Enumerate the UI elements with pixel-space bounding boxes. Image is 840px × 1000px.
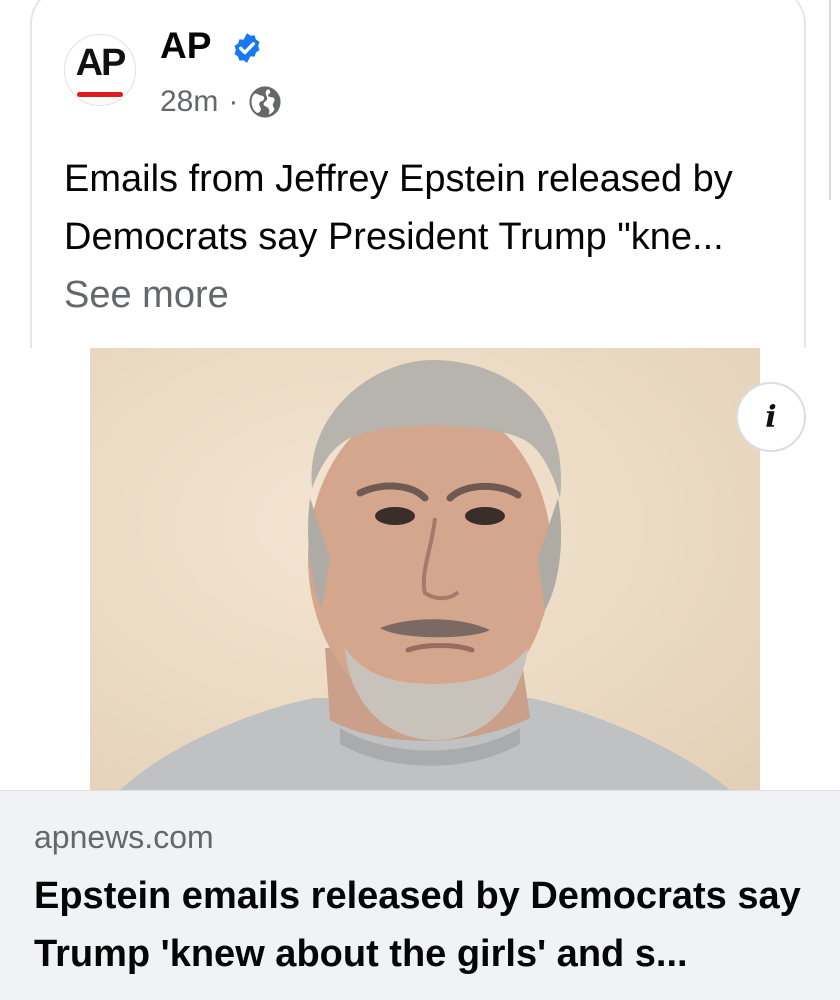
see-more-link[interactable]: See more (64, 274, 229, 316)
post-meta: 28m · (160, 84, 282, 120)
globe-icon (249, 86, 281, 118)
verified-badge-icon (234, 33, 260, 63)
avatar-logo-text: AP (75, 42, 127, 84)
info-icon: i (765, 399, 777, 435)
page-name[interactable]: AP (160, 26, 211, 66)
link-title: Epstein emails released by Democrats say… (34, 875, 801, 975)
post-text: Emails from Jeffrey Epstein released by … (64, 150, 784, 324)
post-photo[interactable] (90, 348, 760, 790)
avatar-logo-bar (77, 92, 123, 97)
meta-separator: · (228, 85, 239, 118)
post-photo-container (0, 348, 840, 790)
scroll-edge (829, 0, 831, 200)
info-button[interactable]: i (736, 382, 806, 452)
post-body: Emails from Jeffrey Epstein released by … (64, 158, 733, 258)
portrait-illustration (120, 359, 730, 790)
avatar[interactable]: AP (64, 34, 136, 106)
timestamp[interactable]: 28m (160, 85, 218, 119)
link-preview[interactable]: apnews.com Epstein emails released by De… (0, 790, 840, 1000)
link-domain: apnews.com (34, 819, 214, 855)
